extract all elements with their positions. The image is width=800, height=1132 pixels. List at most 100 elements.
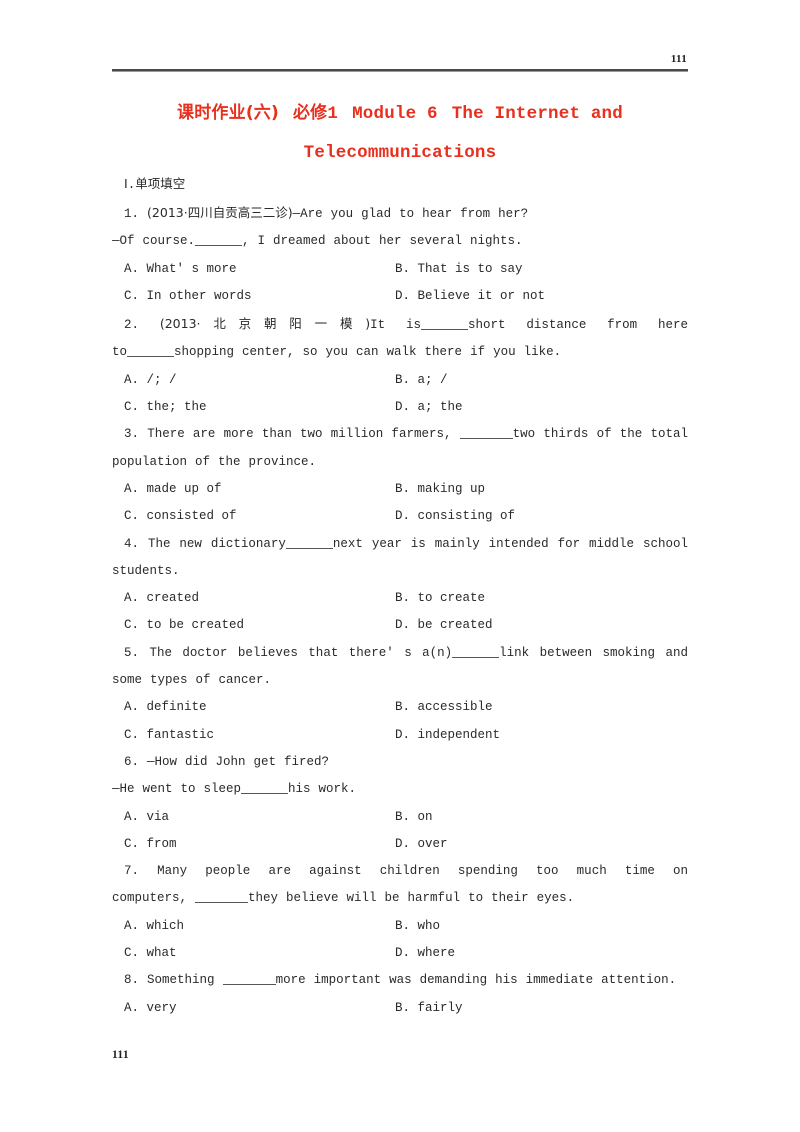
question-3-stem-line-2: population of the province.	[112, 449, 688, 476]
question-4-option-d[interactable]: D. be created	[395, 612, 688, 639]
question-1-answer-blank[interactable]	[195, 233, 243, 247]
question-2-option-d[interactable]: D. a; the	[395, 394, 688, 421]
question-3-option-b[interactable]: B. making up	[395, 476, 688, 503]
question-4-options-row-2: C. to be created D. be created	[112, 612, 688, 639]
question-8-number: 8.	[124, 973, 140, 988]
question-8-answer-blank[interactable]	[222, 972, 276, 986]
question-2-text-a: It is	[370, 318, 421, 333]
question-1-options-row-2: C. In other words D. Believe it or not	[112, 283, 688, 310]
question-6-stem-line-2: —He went to sleep his work.	[112, 776, 688, 803]
page-title: 课时作业(六) 必修1 Module 6 The Internet and Telec…	[112, 94, 688, 173]
question-1-option-b[interactable]: B. That is to say	[395, 256, 688, 283]
question-2-text-b: short distance from here	[468, 318, 688, 333]
question-7-option-b[interactable]: B. who	[395, 913, 688, 940]
question-7-option-c[interactable]: C. what	[124, 940, 395, 967]
title-module: Module 6	[352, 104, 438, 124]
question-1-source: (2013·四川自贡高三二诊)	[147, 205, 293, 220]
question-6-text-c: his work.	[288, 782, 357, 797]
question-3-stem-line-1: 3. There are more than two million farme…	[112, 421, 688, 448]
question-1-number: 1.	[124, 207, 140, 221]
question-1-stem-line-1: 1. (2013·四川自贡高三二诊)—Are you glad to hear …	[112, 199, 688, 228]
question-8-text-a: Something	[147, 973, 215, 988]
question-2-number: 2.	[124, 318, 140, 333]
question-3-text-b: two thirds of the total	[512, 427, 688, 442]
question-4-text-a: The new dictionary	[147, 536, 286, 551]
question-5-stem-line-2: some types of cancer.	[112, 667, 688, 694]
question-1-option-d[interactable]: D. Believe it or not	[395, 283, 688, 310]
question-2-option-a[interactable]: A. /; /	[124, 367, 395, 394]
title-topic-part-1: The Internet and	[451, 104, 623, 124]
question-6-stem-line-1: 6. —How did John get fired?	[112, 749, 688, 776]
header-page-number: 111	[670, 53, 687, 65]
question-7-option-d[interactable]: D. where	[395, 940, 688, 967]
question-5-option-a[interactable]: A. definite	[124, 694, 395, 721]
question-4-option-b[interactable]: B. to create	[395, 585, 688, 612]
question-4: 4. The new dictionary next year is mainly…	[112, 531, 688, 640]
question-2-option-c[interactable]: C. the; the	[124, 394, 395, 421]
question-5-answer-blank[interactable]	[452, 645, 500, 658]
question-2-options-row-2: C. the; the D. a; the	[112, 394, 688, 421]
question-1-option-a[interactable]: A. What' s more	[124, 256, 395, 283]
question-1-text-c: , I dreamed about her several nights.	[242, 234, 523, 249]
question-3-option-c[interactable]: C. consisted of	[124, 503, 395, 530]
question-6-option-c[interactable]: C. from	[124, 831, 395, 858]
question-4-stem-line-2: students.	[112, 558, 688, 585]
question-2-options-row-1: A. /; / B. a; /	[112, 367, 688, 394]
question-8-stem-line-1: 8. Something more important was demandin…	[112, 967, 688, 994]
question-3-text-a: There are more than two million farmers,	[147, 427, 452, 442]
question-1-stem-line-2: —Of course. , I dreamed about her several…	[112, 228, 688, 255]
question-6-option-a[interactable]: A. via	[124, 804, 395, 831]
question-3-text-c: population of the province.	[112, 454, 317, 469]
question-5-option-b[interactable]: B. accessible	[395, 694, 688, 721]
question-6-answer-blank[interactable]	[241, 781, 289, 795]
question-4-answer-blank[interactable]	[285, 536, 333, 549]
question-5-text-c: some types of cancer.	[112, 673, 272, 688]
title-compulsory-label: 必修	[292, 103, 328, 123]
page-header: 111	[112, 52, 688, 72]
question-6-option-d[interactable]: D. over	[395, 831, 688, 858]
question-4-option-a[interactable]: A. created	[124, 585, 395, 612]
question-1-text-a: —Are you glad to hear from her?	[292, 207, 529, 221]
section-heading: Ⅰ.单项填空	[112, 170, 688, 199]
question-6-number: 6.	[124, 754, 140, 769]
question-7-answer-blank[interactable]	[195, 890, 249, 904]
question-6-options-row-2: C. from D. over	[112, 831, 688, 858]
question-7-text-b: computers,	[112, 891, 188, 906]
question-4-option-c[interactable]: C. to be created	[124, 612, 395, 639]
question-6-text-b: —He went to sleep	[112, 782, 242, 797]
question-5-option-c[interactable]: C. fantastic	[124, 722, 395, 749]
question-2-answer-blank-1[interactable]	[421, 317, 468, 331]
question-5-options-row-2: C. fantastic D. independent	[112, 722, 688, 749]
question-3-option-d[interactable]: D. consisting of	[395, 503, 688, 530]
question-8-option-a[interactable]: A. very	[124, 995, 395, 1022]
question-7-text-a: Many people are against children spendin…	[157, 864, 688, 879]
question-3-answer-blank[interactable]	[459, 426, 513, 440]
question-5-text-a: The doctor believes that there' s a(n)	[149, 645, 453, 660]
question-2-option-b[interactable]: B. a; /	[395, 367, 688, 394]
question-7-options-row-2: C. what D. where	[112, 940, 688, 967]
question-5-number: 5.	[124, 645, 140, 660]
title-line-2: Telecommunications	[112, 134, 688, 173]
question-6-option-b[interactable]: B. on	[395, 804, 688, 831]
question-3-options-row-2: C. consisted of D. consisting of	[112, 503, 688, 530]
question-7-stem-line-2: computers, they believe will be harmful …	[112, 885, 688, 912]
question-5-option-d[interactable]: D. independent	[395, 722, 688, 749]
title-compulsory-number: 1	[327, 104, 339, 124]
question-8-option-b[interactable]: B. fairly	[395, 995, 688, 1022]
question-7-stem-line-1: 7. Many people are against children spen…	[112, 858, 688, 885]
question-8-text-b: more important was demanding his immedia…	[275, 973, 677, 988]
question-1-options-row-1: A. What' s more B. That is to say	[112, 256, 688, 283]
question-2-answer-blank-2[interactable]	[127, 344, 175, 358]
question-4-number: 4.	[124, 536, 140, 551]
question-3-option-a[interactable]: A. made up of	[124, 476, 395, 503]
question-2-stem-line-1: 2. (2013·北京朝阳一模)It is short distance from…	[112, 310, 688, 339]
question-1: 1. (2013·四川自贡高三二诊)—Are you glad to hear …	[112, 199, 688, 310]
title-line-1: 课时作业(六) 必修1 Module 6 The Internet and	[112, 94, 688, 134]
question-7-option-a[interactable]: A. which	[124, 913, 395, 940]
title-topic-part-2: Telecommunications	[303, 143, 497, 163]
question-2-text-d: shopping center, so you can walk there i…	[174, 345, 562, 360]
question-1-option-c[interactable]: C. In other words	[124, 283, 395, 310]
question-5-stem-line-1: 5. The doctor believes that there' s a(n…	[112, 640, 688, 667]
question-5-text-b: link between smoking and	[499, 645, 689, 660]
question-7-number: 7.	[124, 864, 140, 879]
